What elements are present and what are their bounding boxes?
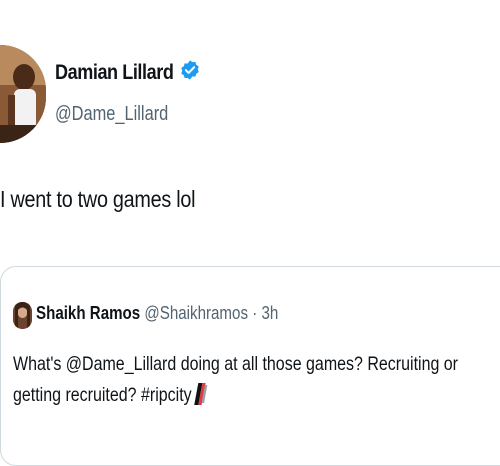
hashtag-group: #ripcity [141, 383, 208, 406]
author-avatar[interactable] [0, 45, 46, 143]
quoted-author-handle[interactable]: @Shaikhramos [144, 303, 248, 323]
author-display-name[interactable]: Damian Lillard [55, 61, 174, 85]
hashtag-link[interactable]: #ripcity [141, 384, 192, 406]
author-name-row: Damian Lillard [55, 59, 201, 86]
quoted-tweet-header: Shaikh Ramos @Shaikhramos · 3h [36, 303, 278, 324]
verified-badge-icon [179, 59, 201, 86]
trail-blazers-logo-icon [193, 382, 208, 416]
quoted-author-name[interactable]: Shaikh Ramos [36, 303, 140, 323]
author-handle[interactable]: @Dame_Lillard [55, 103, 168, 126]
meta-separator: · [252, 303, 258, 323]
quoted-tweet-time[interactable]: 3h [261, 303, 278, 323]
tweet-text: I went to two games lol [0, 186, 196, 212]
quoted-tweet-text: What's @Dame_Lillard doing at all those … [13, 349, 472, 416]
quoted-tweet-body: What's @Dame_Lillard doing at all those … [13, 353, 459, 406]
quoted-author-avatar[interactable] [13, 302, 32, 329]
